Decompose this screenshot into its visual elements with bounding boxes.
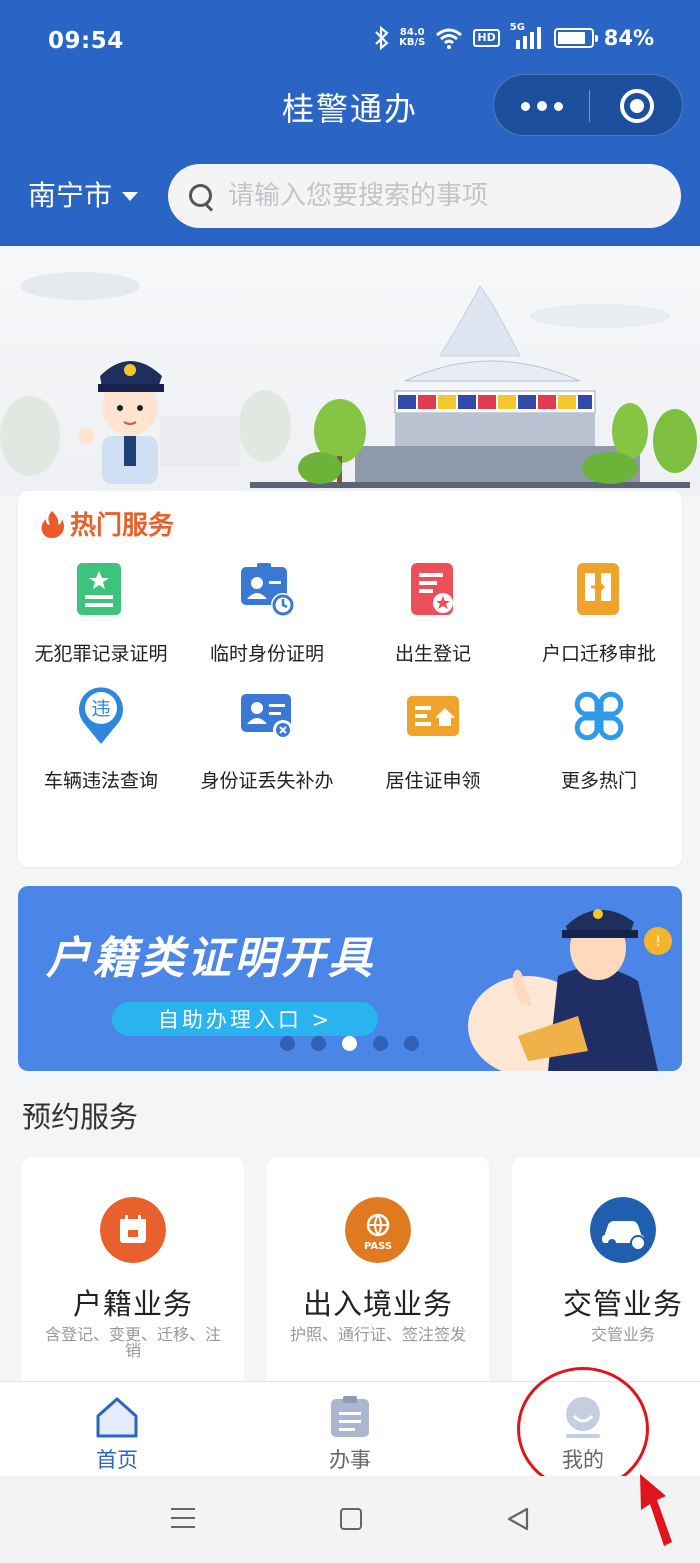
- carousel-dot[interactable]: [373, 1036, 388, 1051]
- svg-text:PASS: PASS: [364, 1241, 392, 1252]
- net-speed: 84.0 KB/S: [399, 28, 425, 48]
- appointment-name: 交管业务: [562, 1287, 683, 1321]
- city-label: 南宁市: [28, 179, 113, 212]
- appointment-section-title: 预约服务: [22, 1100, 139, 1134]
- annotation-arrow-icon: [640, 1474, 672, 1546]
- service-id-card-reissue[interactable]: 身份证丢失补办: [184, 678, 350, 805]
- temp-id-card-icon: [241, 563, 295, 617]
- carousel-dot[interactable]: [311, 1036, 326, 1051]
- tab-label: 首页: [96, 1448, 138, 1472]
- more-dot-icon: [553, 101, 563, 111]
- residence-permit-icon: [407, 696, 459, 736]
- svg-text:!: !: [655, 934, 661, 950]
- appointment-name: 出入境业务: [302, 1287, 453, 1321]
- signal-icon: 5G: [510, 22, 544, 50]
- network-type: 5G: [509, 22, 525, 33]
- id-card-reissue-icon: [241, 694, 293, 740]
- tab-tasks[interactable]: 办事: [233, 1382, 467, 1477]
- service-label: 车辆违法查询: [43, 770, 158, 792]
- carousel-indicators: [280, 1036, 419, 1051]
- service-household-transfer[interactable]: 户口迁移审批: [516, 551, 682, 678]
- appointment-cards: 户籍业务 含登记、变更、迁移、注销 PASS 出入境业务 护照、通行证、签注签发…: [22, 1157, 700, 1381]
- more-dot-icon: [536, 101, 547, 111]
- service-label: 户口迁移审批: [541, 643, 656, 665]
- system-navigation-bar: [0, 1476, 700, 1563]
- service-no-criminal-record[interactable]: 无犯罪记录证明: [18, 551, 184, 678]
- service-residence-permit[interactable]: 居住证申领: [350, 678, 516, 805]
- search-input[interactable]: [228, 181, 648, 211]
- system-home-icon[interactable]: [340, 1508, 362, 1530]
- service-label: 居住证申领: [385, 770, 481, 792]
- home-icon: [96, 1397, 138, 1438]
- promo-banner[interactable]: ! 户籍类证明开具 自助办理入口 >: [18, 886, 682, 1071]
- self-service-entry-button[interactable]: 自助办理入口 >: [112, 1002, 378, 1036]
- hot-services-header: 热门服务: [38, 505, 174, 542]
- caret-down-icon: [122, 191, 139, 201]
- hero-illustration: [0, 246, 700, 496]
- appointment-desc: 含登记、变更、迁移、注销: [44, 1325, 221, 1360]
- service-label: 临时身份证明: [209, 643, 324, 665]
- hd-badge: HD: [473, 29, 500, 47]
- service-more-hot[interactable]: 更多热门: [516, 678, 682, 805]
- search-icon: [188, 183, 214, 209]
- service-label: 出生登记: [394, 643, 471, 665]
- car-icon: [590, 1197, 656, 1263]
- back-icon[interactable]: [505, 1506, 531, 1532]
- more-button[interactable]: [494, 75, 589, 137]
- recents-menu-icon[interactable]: [171, 1508, 195, 1530]
- status-bar: 09:54 84.0 KB/S HD 5G 84%: [0, 0, 700, 80]
- carousel-dot[interactable]: [280, 1036, 295, 1051]
- status-time: 09:54: [48, 28, 124, 54]
- tab-home[interactable]: 首页: [0, 1382, 234, 1477]
- police-mascot: [78, 361, 164, 484]
- carousel-dot[interactable]: [404, 1036, 419, 1051]
- household-calendar-icon: [100, 1197, 166, 1263]
- flame-icon: [41, 510, 64, 538]
- city-police-illustration: [0, 272, 697, 488]
- service-temp-id-proof[interactable]: 临时身份证明: [184, 551, 350, 678]
- certificate-star-icon: [77, 563, 121, 615]
- more-grid-icon: [574, 691, 624, 741]
- status-indicators: 84.0 KB/S HD 5G 84%: [375, 22, 654, 50]
- hot-services-grid: 无犯罪记录证明 临时身份证明 出生登记 户口迁移审批 违 车辆违法查询 身份证丢…: [18, 551, 682, 805]
- appointment-name: 户籍业务: [72, 1287, 193, 1321]
- net-speed-unit: KB/S: [399, 37, 426, 48]
- bluetooth-icon: [375, 26, 389, 50]
- appointment-desc: 交管业务: [590, 1325, 655, 1344]
- hot-services-title: 热门服务: [70, 511, 175, 541]
- promo-title: 户籍类证明开具: [46, 933, 375, 984]
- hot-services-card: 热门服务 无犯罪记录证明 临时身份证明 出生登记 户口迁移审批 违 车辆违法查询…: [18, 491, 682, 867]
- birth-register-icon: [411, 563, 453, 615]
- clipboard-icon: [331, 1396, 369, 1437]
- battery-icon: [553, 28, 598, 48]
- appointment-card-traffic[interactable]: 交管业务 交管业务: [512, 1157, 700, 1381]
- capsule-divider: [589, 90, 590, 122]
- tab-label: 办事: [329, 1448, 371, 1472]
- city-selector[interactable]: 南宁市: [28, 174, 139, 214]
- appointment-card-household[interactable]: 户籍业务 含登记、变更、迁移、注销: [22, 1157, 244, 1381]
- miniprogram-capsule: [493, 74, 683, 136]
- service-label: 更多热门: [560, 770, 637, 792]
- svg-text:违: 违: [91, 698, 110, 720]
- more-dot-icon: [520, 101, 530, 111]
- app-header: 09:54 84.0 KB/S HD 5G 84% 桂警通办 南宁市 请输入您要…: [0, 0, 700, 246]
- carousel-dot-active[interactable]: [342, 1036, 357, 1051]
- wifi-icon: [436, 28, 463, 49]
- service-label: 身份证丢失补办: [200, 770, 334, 792]
- search-bar[interactable]: [168, 164, 681, 228]
- violation-location-icon: 违: [79, 687, 123, 744]
- service-birth-registration[interactable]: 出生登记: [350, 551, 516, 678]
- police-officer-illustration: !: [468, 909, 672, 1071]
- service-label: 无犯罪记录证明: [34, 643, 168, 665]
- service-vehicle-violation[interactable]: 违 车辆违法查询: [18, 678, 184, 805]
- passport-icon: PASS: [345, 1197, 411, 1263]
- battery-fill: [557, 32, 585, 44]
- close-target-icon[interactable]: [620, 89, 654, 123]
- household-transfer-icon: [577, 563, 619, 615]
- appointment-desc: 护照、通行证、签注签发: [289, 1325, 466, 1344]
- appointment-card-exit-entry[interactable]: PASS 出入境业务 护照、通行证、签注签发: [267, 1157, 489, 1381]
- battery-percent: 84%: [603, 26, 654, 50]
